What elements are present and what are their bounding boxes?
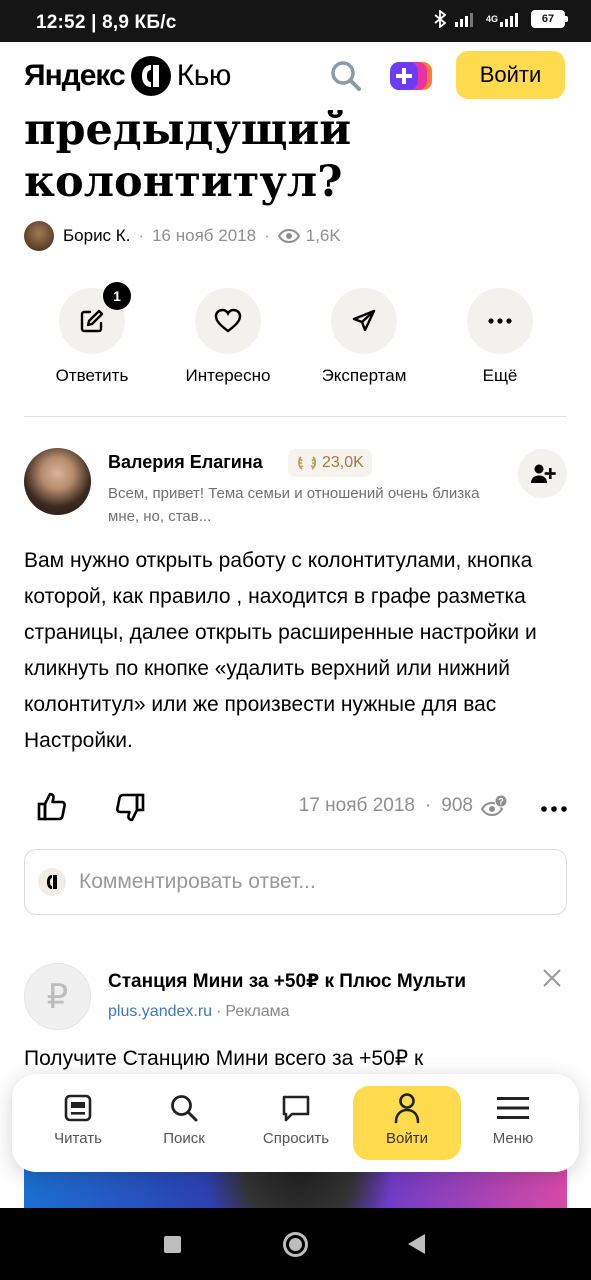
status-time: 12:52 | 8,9 КБ/с: [36, 12, 177, 33]
read-icon: [24, 1090, 132, 1126]
system-navigation-bar: [0, 1208, 591, 1280]
interesting-label: Интересно: [185, 366, 271, 385]
ad-separator: ·: [216, 1003, 222, 1020]
laurel-icon: [297, 456, 317, 470]
answer-footer: 17 нояб 2018 · 908 ?: [24, 786, 567, 826]
back-icon[interactable]: [408, 1234, 425, 1254]
close-icon[interactable]: [540, 966, 564, 990]
question-actions: 1 Ответить Интересно Экспертам Ещё: [24, 282, 564, 388]
dislike-icon[interactable]: [114, 792, 146, 829]
answers-count-badge: 1: [103, 282, 131, 310]
answer-author-rating: 23,0K: [288, 449, 372, 477]
status-icons: 4G 67: [434, 10, 568, 28]
nav-search[interactable]: Поиск: [130, 1086, 238, 1160]
answer-button[interactable]: 1: [59, 282, 131, 354]
send-icon: [352, 309, 376, 332]
user-icon: [353, 1090, 461, 1126]
answer-more-icon[interactable]: [541, 794, 567, 812]
question-author[interactable]: Борис К.: [63, 226, 130, 246]
nav-ask[interactable]: Спросить: [242, 1086, 350, 1160]
nav-menu[interactable]: Меню: [459, 1086, 567, 1160]
battery-icon: 67: [531, 10, 568, 28]
more-action[interactable]: Ещё: [432, 288, 568, 386]
search-icon: [130, 1090, 238, 1126]
like-icon[interactable]: [36, 790, 68, 827]
more-label: Ещё: [482, 366, 518, 385]
more-button[interactable]: [467, 288, 533, 354]
follow-button[interactable]: [518, 449, 567, 498]
answer-author-avatar[interactable]: [24, 448, 91, 515]
home-icon[interactable]: [283, 1232, 308, 1257]
ad-source: plus.yandex.ru · Реклама: [108, 1003, 290, 1021]
edit-icon: [80, 309, 104, 333]
answer-views: 908: [441, 795, 473, 816]
interesting-action[interactable]: Интересно: [160, 288, 296, 386]
answer-meta: 17 нояб 2018 · 908 ?: [299, 794, 509, 818]
ad-text: Получите Станцию Мини всего за +50₽ к: [24, 1047, 424, 1070]
ad-logo[interactable]: ₽: [24, 963, 91, 1030]
answer-date: 17 нояб 2018: [298, 795, 415, 816]
answer-author-bio: Всем, привет! Тема семьи и отношений оче…: [108, 485, 480, 525]
login-button[interactable]: Войти: [456, 51, 565, 99]
logo-yandex-text: Яндекс: [24, 59, 126, 92]
ad-link[interactable]: plus.yandex.ru: [108, 1003, 212, 1020]
nav-login-label: Войти: [386, 1130, 428, 1147]
add-user-icon: [530, 464, 556, 483]
meta-separator: ·: [424, 795, 432, 816]
question-date: 16 нояб 2018: [152, 226, 257, 245]
bluetooth-icon: [434, 10, 446, 28]
q-logo-icon: [130, 56, 171, 96]
meta-separator: ·: [138, 226, 145, 245]
title-area: предыдущий колонтитул?: [0, 110, 591, 210]
yandex-q-logo[interactable]: Яндекс Кью: [24, 56, 231, 96]
ad-title[interactable]: Станция Мини за +50₽ к Плюс Мульти: [108, 970, 466, 993]
logo-service-text: Кью: [176, 59, 232, 92]
question-meta: Борис К. · 16 нояб 2018 · 1,6K: [24, 220, 341, 252]
answer-label: Ответить: [55, 366, 129, 385]
plus-icon[interactable]: [390, 60, 432, 92]
nav-login[interactable]: Войти: [353, 1086, 461, 1160]
signal-icon: [454, 11, 477, 27]
menu-icon: [459, 1090, 567, 1126]
comment-box[interactable]: [24, 849, 567, 915]
nav-search-label: Поиск: [163, 1130, 205, 1147]
q-logo-small-icon: [38, 868, 66, 896]
question-author-avatar[interactable]: [24, 221, 54, 251]
ad-label: Реклама: [225, 1003, 290, 1020]
comment-input[interactable]: [79, 870, 539, 894]
experts-action[interactable]: Экспертам: [296, 288, 432, 386]
rating-value: 23,0K: [322, 454, 364, 471]
nav-read-label: Читать: [54, 1130, 102, 1147]
nav-menu-label: Меню: [492, 1130, 534, 1147]
views-info-icon[interactable]: ?: [481, 794, 509, 818]
answer-author[interactable]: Валерия Елагина: [108, 452, 263, 473]
divider: [24, 416, 567, 417]
status-bar: 12:52 | 8,9 КБ/с 4G 67: [0, 0, 591, 42]
question-views: 1,6K: [305, 226, 341, 245]
chat-icon: [242, 1090, 350, 1126]
eye-icon: [277, 229, 300, 243]
interesting-button[interactable]: [195, 288, 261, 354]
nav-ask-label: Спросить: [262, 1130, 330, 1147]
question-title: предыдущий колонтитул?: [24, 110, 352, 207]
app-header: Яндекс Кью Войти: [0, 42, 591, 110]
answer-action[interactable]: 1 Ответить: [24, 282, 160, 386]
bottom-navigation: Читать Поиск Спросить Войти Меню: [12, 1074, 579, 1172]
svg-text:?: ?: [498, 797, 504, 807]
network-4g-icon: 4G: [486, 11, 522, 27]
meta-separator: ·: [264, 226, 270, 245]
recent-apps-icon[interactable]: [164, 1236, 181, 1253]
heart-icon: [214, 308, 242, 333]
battery-level: 67: [533, 12, 563, 26]
experts-button[interactable]: [331, 288, 397, 354]
experts-label: Экспертам: [321, 366, 407, 385]
nav-read[interactable]: Читать: [24, 1086, 132, 1160]
search-icon[interactable]: [330, 60, 362, 92]
answer-text: Вам нужно открыть работу с колонтитулами…: [24, 549, 537, 752]
more-dots-icon: [488, 318, 512, 324]
